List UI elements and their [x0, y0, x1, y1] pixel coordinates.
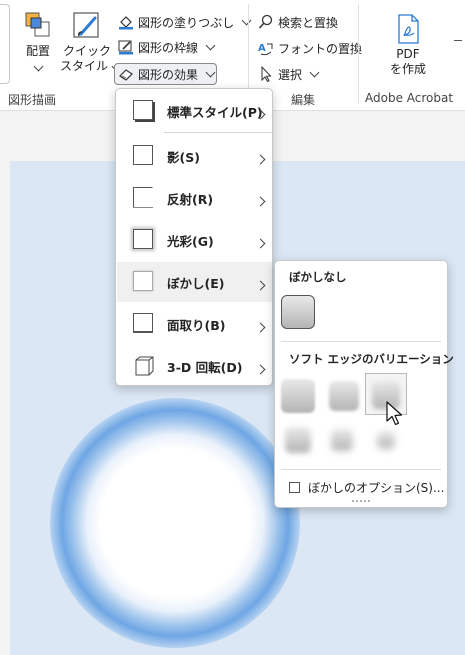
- shape-fill-button[interactable]: 図形の塗りつぶし: [118, 12, 252, 32]
- find-replace-button[interactable]: 検索と置換: [258, 12, 338, 32]
- soft-edge-variation-4[interactable]: [285, 427, 311, 453]
- cursor-select-icon: [261, 66, 272, 82]
- checkbox-icon: [289, 482, 300, 493]
- shape-effects-button[interactable]: 図形の効果: [118, 64, 216, 84]
- menu-item-preset-label: 標準スタイル(P): [167, 104, 263, 120]
- chevron-right-icon: [255, 109, 266, 120]
- bevel-icon: [133, 313, 155, 335]
- arrange-button[interactable]: 配置: [20, 10, 56, 74]
- no-soft-edge-option[interactable]: [281, 295, 315, 329]
- ribbon-right-edge: [454, 40, 462, 51]
- select-chevron-icon: [309, 67, 320, 77]
- quick-styles-button[interactable]: クイック スタイル: [60, 10, 122, 74]
- quick-styles-label-1: クイック: [62, 44, 111, 58]
- shape-outline-button[interactable]: 図形の枠線: [118, 37, 216, 57]
- pdf-document-icon: [398, 14, 419, 44]
- menu-item-3d-rotation[interactable]: 3-D 回転(D): [117, 346, 272, 386]
- menu-item-glow-label: 光彩(G): [167, 233, 214, 249]
- ribbon-left-edge: [0, 4, 10, 84]
- menu-item-glow[interactable]: 光彩(G): [117, 220, 272, 260]
- shape-effects-icon: [119, 69, 133, 81]
- menu-item-soft-edges[interactable]: ぼかし(E): [117, 262, 272, 302]
- find-replace-label: 検索と置換: [278, 15, 339, 30]
- slide-left-margin: [0, 161, 10, 655]
- search-icon: [258, 14, 273, 29]
- select-label: 選択: [278, 67, 303, 82]
- chevron-right-icon: [255, 238, 266, 249]
- soft-edge-options-label: ぼかしのオプション(S)...: [308, 481, 445, 495]
- soft-edge-ring-shape[interactable]: [50, 398, 300, 648]
- select-button[interactable]: 選択: [258, 64, 320, 84]
- mouse-pointer-icon: [386, 401, 403, 426]
- no-soft-edge-heading: ぼかしなし: [289, 270, 347, 284]
- shape-fill-chevron-icon: [241, 15, 252, 25]
- submenu-divider-2: [281, 469, 441, 470]
- shape-effects-label: 図形の効果: [138, 67, 199, 82]
- soft-edges-submenu: ぼかしなし ソフト エッジのバリエーション ぼかしのオプション(S)...: [274, 260, 454, 508]
- menu-item-shadow[interactable]: 影(S): [117, 136, 272, 176]
- menu-divider: [164, 132, 272, 133]
- font-replace-icon: A: [258, 43, 273, 56]
- svg-text:A: A: [258, 43, 266, 54]
- menu-item-soft-edges-label: ぼかし(E): [167, 275, 225, 291]
- font-replace-button[interactable]: A フォントの置換: [258, 38, 362, 58]
- menu-item-shadow-label: 影(S): [167, 149, 200, 165]
- group-label-acrobat: Adobe Acrobat: [365, 91, 454, 105]
- chevron-right-icon: [255, 154, 266, 165]
- pencil-outline-icon: [118, 40, 133, 55]
- group-label-drawing: 図形描画: [8, 93, 57, 107]
- menu-item-bevel-label: 面取り(B): [167, 317, 226, 333]
- paint-bucket-icon: [119, 16, 133, 30]
- shape-effects-chevron-icon: [205, 67, 216, 77]
- group-label-editing: 編集: [291, 93, 316, 107]
- soft-edge-variation-2[interactable]: [329, 381, 359, 411]
- shape-outline-chevron-icon: [205, 40, 216, 50]
- soft-edge-variation-5[interactable]: [331, 429, 353, 451]
- soft-edge-options-item[interactable]: ぼかしのオプション(S)...: [289, 479, 444, 496]
- quick-styles-label-2: スタイル: [60, 59, 109, 73]
- ribbon-separator-2: [358, 4, 359, 104]
- menu-item-reflection-label: 反射(R): [167, 191, 214, 207]
- reflection-icon: [133, 187, 155, 209]
- menu-item-3d-rotation-label: 3-D 回転(D): [167, 359, 243, 375]
- menu-item-bevel[interactable]: 面取り(B): [117, 304, 272, 344]
- chevron-right-icon: [255, 280, 266, 291]
- shape-outline-label: 図形の枠線: [138, 40, 199, 55]
- menu-item-reflection[interactable]: 反射(R): [117, 178, 272, 218]
- shadow-icon: [133, 145, 155, 167]
- chevron-right-icon: [255, 196, 266, 207]
- quick-styles-icon: [73, 12, 99, 38]
- arrange-chevron-icon: [33, 61, 43, 72]
- create-pdf-label-1: PDF: [396, 47, 420, 61]
- soft-edge-variation-6[interactable]: [377, 431, 395, 449]
- preset-style-icon: [133, 100, 155, 122]
- shape-fill-label: 図形の塗りつぶし: [138, 15, 235, 30]
- soft-edge-variation-1[interactable]: [281, 379, 315, 413]
- chevron-right-icon: [255, 322, 266, 333]
- variations-heading: ソフト エッジのバリエーション: [289, 352, 454, 366]
- submenu-divider: [281, 341, 441, 342]
- glow-icon: [133, 229, 155, 251]
- chevron-right-icon: [255, 364, 266, 375]
- resize-grip-icon[interactable]: [351, 499, 371, 503]
- arrange-icon: [25, 12, 50, 37]
- soft-edges-icon: [133, 271, 155, 293]
- shape-effects-menu: 標準スタイル(P) 影(S) 反射(R) 光彩(G) ぼかし(E) 面取り(B): [115, 88, 273, 386]
- create-pdf-label-2: を作成: [389, 62, 426, 76]
- arrange-label: 配置: [25, 44, 50, 58]
- menu-item-preset[interactable]: 標準スタイル(P): [117, 91, 272, 131]
- create-pdf-button[interactable]: PDF を作成: [380, 14, 436, 77]
- 3d-rotation-icon: [133, 355, 155, 377]
- font-replace-label: フォントの置換: [278, 41, 363, 56]
- quick-styles-label-row: スタイル: [60, 59, 122, 74]
